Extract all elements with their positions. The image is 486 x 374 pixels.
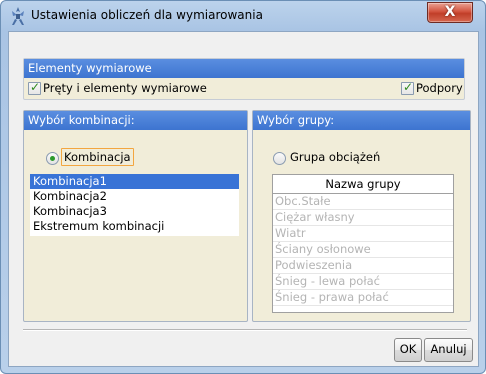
checkmark-icon: ✓ <box>403 80 414 94</box>
cancel-button[interactable]: Anuluj <box>424 338 473 362</box>
title-bar[interactable]: Ustawienia obliczeń dla wymiarowania X <box>1 1 485 31</box>
table-row: Ściany osłonowe <box>273 242 453 258</box>
supports-checkbox-box[interactable]: ✓ <box>401 80 414 95</box>
dialog-window: Ustawienia obliczeń dla wymiarowania X E… <box>0 0 486 374</box>
elements-panel-header: Elementy wymiarowe <box>24 59 464 78</box>
combination-panel: Wybór kombinacji: Kombinacja Kombinacja1… <box>23 110 248 322</box>
checkmark-icon: ✓ <box>30 80 41 94</box>
group-radio[interactable] <box>273 152 286 165</box>
group-table: Nazwa grupy Obc.Stałe Ciężar własny Wiat… <box>272 174 454 313</box>
group-panel: Wybór grupy: Grupa obciążeń Nazwa grupy … <box>252 110 471 322</box>
group-panel-header: Wybór grupy: <box>253 111 470 130</box>
list-item[interactable]: Kombinacja2 <box>30 189 239 204</box>
combination-radio[interactable] <box>46 152 59 165</box>
window-title: Ustawienia obliczeń dla wymiarowania <box>31 8 263 22</box>
dialog-client-area: Elementy wymiarowe ✓ Pręty i elementy wy… <box>8 31 479 367</box>
group-table-header: Nazwa grupy <box>273 175 453 194</box>
close-icon: X <box>444 4 456 20</box>
combination-radio-label[interactable]: Kombinacja <box>64 150 131 164</box>
members-checkbox-label[interactable]: Pręty i elementy wymiarowe <box>43 81 207 95</box>
table-row: Podwieszenia <box>273 258 453 274</box>
table-row: Ciężar własny <box>273 210 453 226</box>
list-item[interactable]: Kombinacja3 <box>30 204 239 219</box>
list-item[interactable]: Ekstremum kombinacji <box>30 219 239 234</box>
footer-divider <box>23 329 467 331</box>
combination-list[interactable]: Kombinacja1 Kombinacja2 Kombinacja3 Ekst… <box>30 174 239 236</box>
table-row: Obc.Stałe <box>273 194 453 210</box>
table-row: Śnieg - prawa połać <box>273 290 453 306</box>
table-row: Wiatr <box>273 226 453 242</box>
robot-app-icon <box>12 7 24 25</box>
list-item[interactable]: Kombinacja1 <box>30 174 239 189</box>
combination-panel-header: Wybór kombinacji: <box>24 111 247 130</box>
elements-panel: Elementy wymiarowe ✓ Pręty i elementy wy… <box>23 58 465 100</box>
supports-checkbox-label[interactable]: Podpory <box>416 81 463 95</box>
close-button[interactable]: X <box>427 2 473 23</box>
radio-selected-dot <box>50 156 55 161</box>
ok-button[interactable]: OK <box>394 338 422 362</box>
group-radio-label[interactable]: Grupa obciążeń <box>290 150 380 164</box>
table-row: Śnieg - lewa połać <box>273 274 453 290</box>
members-checkbox-box[interactable]: ✓ <box>28 80 41 95</box>
